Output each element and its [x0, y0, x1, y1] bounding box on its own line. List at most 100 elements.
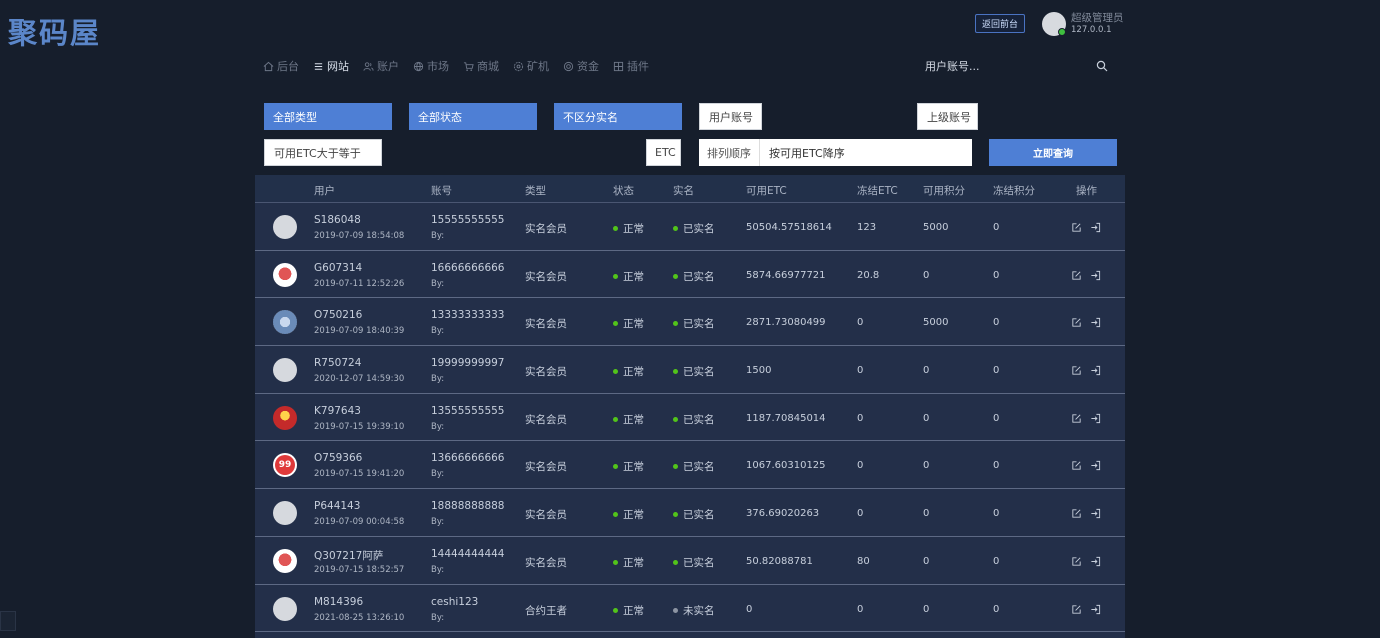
type-select[interactable]: 全部类型 — [264, 103, 392, 130]
nav-item-plugins[interactable]: 插件 — [613, 58, 649, 74]
edit-icon[interactable] — [1071, 460, 1082, 471]
realname-dot — [673, 321, 678, 327]
realname-text: 已实名 — [683, 270, 715, 283]
account-number: 13555555555 — [431, 404, 505, 417]
edit-icon[interactable] — [1071, 317, 1082, 328]
login-icon[interactable] — [1090, 556, 1101, 567]
side-toggle-icon[interactable] — [0, 611, 16, 631]
admin-name[interactable]: 超级管理员 — [1071, 10, 1124, 25]
login-icon[interactable] — [1090, 460, 1101, 471]
nav-item-market[interactable]: 市场 — [413, 58, 449, 74]
available-points: 0 — [923, 555, 930, 567]
available-points: 0 — [923, 269, 930, 281]
frozen-etc: 0 — [857, 460, 864, 472]
referrer: By: — [431, 564, 445, 575]
nav-item-dashboard[interactable]: 后台 — [263, 58, 299, 74]
edit-icon[interactable] — [1071, 556, 1082, 567]
user-avatar — [273, 262, 297, 287]
users-icon — [363, 61, 374, 71]
realname-select[interactable]: 不区分实名 — [554, 103, 682, 130]
referrer: By: — [431, 612, 445, 623]
referrer: By: — [431, 231, 445, 241]
register-date: 2019-07-09 18:54:08 — [314, 231, 405, 241]
realname-badge: 已实名 — [673, 412, 715, 427]
edit-icon[interactable] — [1071, 508, 1082, 519]
status-badge: 正常 — [613, 507, 644, 522]
edit-icon[interactable] — [1071, 222, 1082, 233]
status-dot — [613, 416, 618, 422]
frozen-etc: 123 — [857, 222, 877, 233]
status-dot — [613, 321, 618, 327]
coin-icon — [563, 61, 574, 71]
sort-select[interactable]: 按可用ETC降序 — [760, 139, 972, 166]
edit-icon[interactable] — [1071, 365, 1082, 376]
user-name: K797643 — [314, 404, 361, 417]
realname-badge: 未实名 — [673, 603, 715, 618]
nav-item-funds[interactable]: 资金 — [563, 58, 599, 74]
available-etc: 50504.57518614 — [746, 222, 832, 233]
frozen-points: 0 — [993, 412, 1000, 424]
realname-dot — [673, 559, 678, 565]
realname-text: 已实名 — [683, 366, 715, 379]
table-row: K797643 2019-07-15 19:39:10 13555555555 … — [255, 394, 1125, 442]
login-icon[interactable] — [1090, 413, 1101, 424]
available-points: 0 — [923, 603, 930, 615]
realname-badge: 已实名 — [673, 507, 715, 522]
th-status: 状态 — [613, 185, 634, 197]
table-row: M814396 2021-08-25 13:26:10 ceshi123 By:… — [255, 585, 1125, 633]
status-badge: 正常 — [613, 364, 644, 379]
nav-item-website[interactable]: 网站 — [313, 58, 349, 74]
realname-badge: 已实名 — [673, 459, 715, 474]
nav-label: 资金 — [577, 60, 599, 73]
user-avatar — [273, 215, 297, 239]
realname-badge: 已实名 — [673, 269, 715, 284]
th-etc: 可用ETC — [746, 185, 787, 197]
available-points: 0 — [923, 412, 930, 424]
account-number: 18888888888 — [431, 500, 505, 513]
parent-account-input[interactable]: 上级账号 — [917, 103, 978, 130]
status-select[interactable]: 全部状态 — [409, 103, 537, 130]
nav-label: 矿机 — [527, 60, 549, 73]
etc-unit-label: ETC — [646, 139, 681, 166]
nav-item-miners[interactable]: 矿机 — [513, 58, 549, 74]
brand-logo[interactable]: 聚码屋 — [8, 10, 101, 52]
status-dot — [613, 369, 618, 375]
register-date: 2021-08-25 13:26:10 — [314, 612, 405, 623]
user-name: R750724 — [314, 357, 362, 370]
search-icon[interactable] — [1096, 60, 1108, 72]
nav-label: 网站 — [327, 60, 349, 73]
user-account-input[interactable]: 用户账号 — [699, 103, 762, 130]
realname-badge: 已实名 — [673, 316, 715, 331]
referrer: By: — [431, 374, 445, 385]
available-etc: 376.69020263 — [746, 508, 820, 520]
nav-label: 市场 — [427, 60, 449, 73]
login-icon[interactable] — [1090, 270, 1101, 281]
status-text: 正常 — [623, 270, 644, 283]
realname-dot — [673, 416, 678, 422]
user-name: G607314 — [314, 261, 363, 274]
member-type: 实名会员 — [525, 509, 567, 522]
edit-icon[interactable] — [1071, 604, 1082, 615]
member-type: 合约王者 — [525, 604, 567, 617]
th-actions: 操作 — [1076, 185, 1097, 197]
login-icon[interactable] — [1090, 222, 1101, 233]
nav-item-accounts[interactable]: 账户 — [363, 58, 399, 74]
register-date: 2019-07-15 19:41:20 — [314, 469, 405, 480]
realname-badge: 已实名 — [673, 555, 715, 570]
query-button[interactable]: 立即查询 — [989, 139, 1117, 166]
frozen-points: 0 — [993, 603, 1000, 615]
frozen-points: 0 — [993, 269, 1000, 281]
edit-icon[interactable] — [1071, 270, 1082, 281]
edit-icon[interactable] — [1071, 413, 1082, 424]
login-icon[interactable] — [1090, 508, 1101, 519]
login-icon[interactable] — [1090, 604, 1101, 615]
realname-text: 已实名 — [683, 461, 715, 474]
nav-item-shop[interactable]: 商城 — [463, 58, 499, 74]
realname-text: 未实名 — [683, 604, 715, 617]
back-to-frontend-button[interactable]: 返回前台 — [975, 14, 1025, 33]
admin-ip: 127.0.0.1 — [1071, 25, 1112, 35]
user-search-input[interactable]: 用户账号... — [925, 58, 980, 74]
etc-min-input[interactable]: 可用ETC大于等于 — [264, 139, 382, 166]
login-icon[interactable] — [1090, 365, 1101, 376]
login-icon[interactable] — [1090, 317, 1101, 328]
